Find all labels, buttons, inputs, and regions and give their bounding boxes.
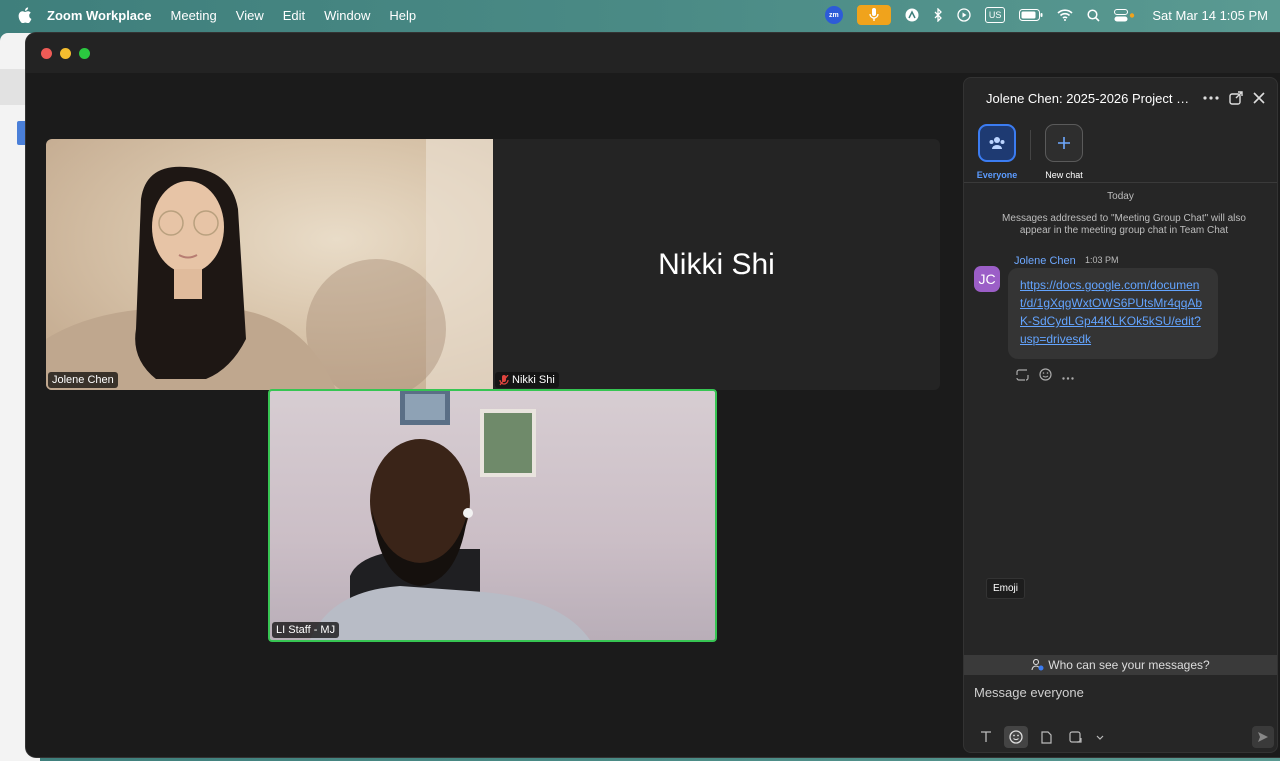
group-icon bbox=[989, 137, 1005, 149]
video-tile-li-staff-mj[interactable]: LI Staff - MJ bbox=[268, 389, 717, 642]
message-actions bbox=[1016, 368, 1074, 384]
status-menus: zm US Sat Mar 14 1:05 PM bbox=[811, 0, 1268, 30]
tab-everyone-label[interactable]: Everyone bbox=[967, 170, 1027, 180]
tab-everyone[interactable] bbox=[978, 124, 1016, 162]
spotlight-search-icon[interactable] bbox=[1087, 5, 1100, 25]
add-reaction-icon[interactable] bbox=[1039, 368, 1052, 384]
microphone-icon[interactable] bbox=[856, 5, 891, 25]
menu-bar: Zoom Workplace Meeting View Edit Window … bbox=[0, 0, 1280, 30]
app-menu-zoom[interactable]: Zoom Workplace bbox=[47, 8, 152, 23]
more-options-icon[interactable] bbox=[1203, 90, 1219, 106]
close-window-button[interactable] bbox=[41, 48, 52, 59]
avatar[interactable]: JC bbox=[974, 266, 1000, 292]
apple-icon[interactable] bbox=[18, 7, 32, 23]
participant-display-name: Nikki Shi bbox=[658, 247, 775, 281]
chat-notice: Messages addressed to "Meeting Group Cha… bbox=[1002, 213, 1246, 236]
message-timestamp: 1:03 PM bbox=[1085, 255, 1119, 265]
participant-name-tag: LI Staff - MJ bbox=[272, 622, 340, 638]
format-text-icon[interactable] bbox=[974, 726, 998, 748]
chevron-down-icon[interactable] bbox=[1094, 726, 1106, 748]
file-attach-icon[interactable] bbox=[1034, 726, 1058, 748]
participant-video-mj bbox=[310, 391, 590, 640]
header-divider bbox=[964, 182, 1277, 183]
screenshot-icon[interactable] bbox=[1064, 726, 1088, 748]
message-sender[interactable]: Jolene Chen bbox=[1014, 255, 1076, 267]
zoom-status-icon[interactable]: zm bbox=[824, 6, 843, 24]
clock[interactable]: Sat Mar 14 1:05 PM bbox=[1152, 8, 1268, 23]
fullscreen-window-button[interactable] bbox=[79, 48, 90, 59]
participant-name-label: Nikki Shi bbox=[512, 374, 555, 386]
wifi-icon[interactable] bbox=[1057, 5, 1073, 25]
pop-out-icon[interactable] bbox=[1228, 90, 1244, 106]
tabs-separator bbox=[1030, 130, 1031, 160]
chat-title[interactable]: Jolene Chen: 2025-2026 Project Coor... bbox=[986, 91, 1198, 106]
chat-panel: Jolene Chen: 2025-2026 Project Coor... E… bbox=[963, 77, 1278, 753]
control-center-icon[interactable] bbox=[1114, 5, 1136, 25]
zoom-meeting-window: Jolene Chen Nikki Shi Nikki Shi LI Staff… bbox=[26, 33, 1280, 757]
new-chat-button[interactable] bbox=[1045, 124, 1083, 162]
who-can-see-label: Who can see your messages? bbox=[1048, 658, 1210, 672]
new-chat-label[interactable]: New chat bbox=[1034, 170, 1094, 180]
message-bubble: https://docs.google.com/document/d/1gXqg… bbox=[1008, 268, 1218, 359]
menu-edit[interactable]: Edit bbox=[283, 8, 305, 23]
privacy-people-icon bbox=[1031, 659, 1044, 671]
send-icon bbox=[1258, 732, 1268, 742]
muted-microphone-icon bbox=[499, 374, 509, 385]
who-can-see-messages[interactable]: Who can see your messages? bbox=[964, 655, 1277, 675]
participant-name-tag: Nikki Shi bbox=[495, 372, 559, 388]
menu-help[interactable]: Help bbox=[389, 8, 416, 23]
send-button[interactable] bbox=[1252, 726, 1274, 748]
chat-header: Jolene Chen: 2025-2026 Project Coor... bbox=[964, 78, 1277, 118]
video-tile-jolene-chen[interactable]: Jolene Chen bbox=[46, 139, 493, 390]
compose-toolbar bbox=[974, 726, 1106, 748]
date-divider: Today bbox=[1107, 191, 1134, 202]
window-titlebar bbox=[26, 33, 1280, 73]
accessibility-icon[interactable] bbox=[905, 5, 919, 25]
video-tile-nikki-shi[interactable]: Nikki Shi Nikki Shi bbox=[493, 139, 940, 390]
battery-icon[interactable] bbox=[1019, 5, 1043, 25]
close-icon[interactable] bbox=[1251, 90, 1267, 106]
plus-icon bbox=[1058, 137, 1070, 149]
minimize-window-button[interactable] bbox=[60, 48, 71, 59]
message-input[interactable] bbox=[974, 682, 1264, 702]
participant-video-jolene bbox=[46, 139, 493, 390]
reply-icon[interactable] bbox=[1016, 368, 1029, 384]
message-link[interactable]: https://docs.google.com/document/d/1gXqg… bbox=[1020, 278, 1202, 346]
menu-view[interactable]: View bbox=[236, 8, 264, 23]
emoji-icon[interactable] bbox=[1004, 726, 1028, 748]
video-gallery: Jolene Chen Nikki Shi Nikki Shi LI Staff… bbox=[26, 73, 963, 757]
input-source-indicator[interactable]: US bbox=[984, 7, 1006, 23]
emoji-tooltip: Emoji bbox=[986, 578, 1026, 599]
participant-name-tag: Jolene Chen bbox=[48, 372, 118, 388]
message-more-icon[interactable] bbox=[1062, 369, 1074, 383]
play-circle-icon[interactable] bbox=[957, 5, 971, 25]
menu-window[interactable]: Window bbox=[324, 8, 370, 23]
menu-meeting[interactable]: Meeting bbox=[171, 8, 217, 23]
chat-recipient-tabs: Everyone New chat bbox=[964, 122, 1277, 182]
bluetooth-icon[interactable] bbox=[933, 5, 943, 25]
